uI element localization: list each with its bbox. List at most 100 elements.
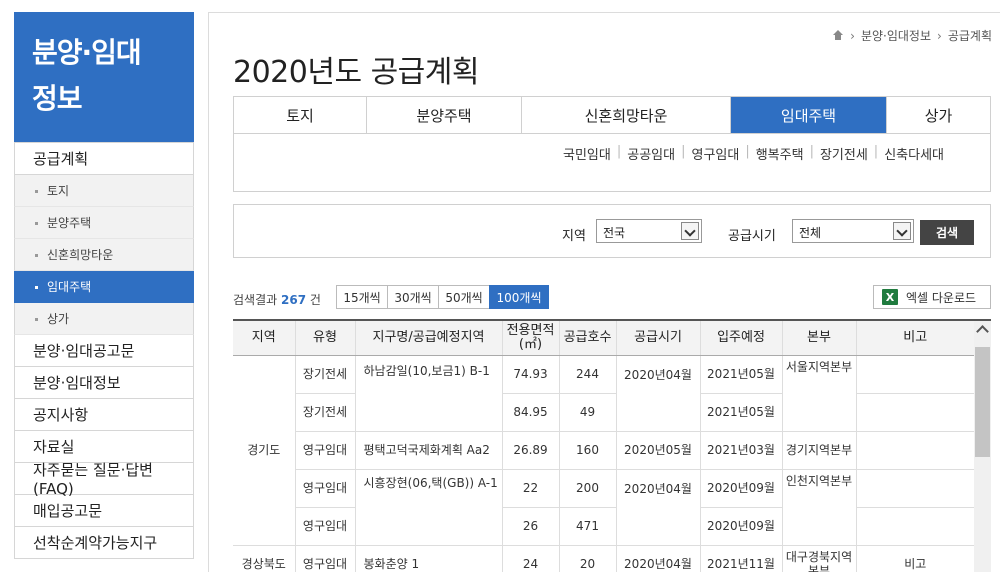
table-row: 경기도 장기전세 하남감일(10,보금1) B-1 74.93 244 2020… — [233, 355, 974, 546]
region-select-value: 전국 — [603, 226, 626, 240]
sidebar-subitem-land[interactable]: 토지 — [14, 175, 194, 207]
table-cell: 2020년04월 — [616, 545, 701, 572]
region-select[interactable]: 전국 — [596, 219, 702, 243]
table-cell: 84.95 — [502, 393, 560, 432]
scroll-thumb[interactable] — [975, 347, 990, 457]
table-cell: 471 — [559, 507, 617, 546]
table-cell: 26.89 — [502, 431, 560, 470]
excel-download-button[interactable]: X 엑셀 다운로드 — [873, 285, 991, 309]
sidebar-subitem-newlywed-town[interactable]: 신혼희망타운 — [14, 239, 194, 271]
tab-sale-housing[interactable]: 분양주택 — [367, 97, 522, 133]
table-cell: 26 — [502, 507, 560, 546]
sidebar-item-faq[interactable]: 자주묻는 질문·답변(FAQ) — [14, 461, 194, 498]
tab-commercial[interactable]: 상가 — [887, 97, 990, 133]
subtab-item[interactable]: 공공임대 — [621, 144, 681, 163]
page-size-15[interactable]: 15개씩 — [336, 285, 388, 309]
table-cell: 영구임대 — [295, 545, 356, 572]
table-row: 영구임대 평택고덕국제화계획 Aa2 26.89 160 2020년05월 20… — [233, 431, 974, 470]
table-cell: 하남감일(10,보금1) B-1 — [355, 355, 503, 432]
page-size-50[interactable]: 50개씩 — [438, 285, 490, 309]
column-header: 지구명/공급예정지역 — [355, 321, 503, 356]
table-cell: 22 — [502, 469, 560, 508]
subtab-list: 국민임대 | 공공임대 | 영구임대 | 행복주택 | 장기전세 | 신축다세대 — [557, 144, 950, 163]
tab-rental-housing[interactable]: 임대주택 — [731, 97, 887, 133]
column-header: 전용면적(㎡) — [502, 321, 560, 356]
result-count: 검색결과 267 건 — [233, 291, 321, 308]
column-header: 입주예정 — [700, 321, 783, 356]
sidebar-item-announcements[interactable]: 분양·임대공고문 — [14, 335, 194, 367]
sidebar-item-supply-plan[interactable]: 공급계획 — [14, 142, 194, 175]
subtab-item[interactable]: 국민임대 — [557, 144, 617, 163]
sidebar-title: 분양·임대 정보 — [14, 12, 194, 142]
table-cell: 2020년09월 — [700, 469, 783, 508]
sidebar-item-notices[interactable]: 공지사항 — [14, 399, 194, 431]
subtab-item[interactable]: 행복주택 — [750, 144, 810, 163]
table-cell — [856, 469, 974, 508]
table-cell: 200 — [559, 469, 617, 508]
table-cell: 봉화춘양 1 — [355, 545, 503, 572]
table-row: 영구임대 시흥장현(06,택(GB)) A-1 22 200 2020년04월 … — [233, 469, 974, 546]
breadcrumb-item[interactable]: 분양·임대정보 — [861, 27, 931, 44]
breadcrumb: › 분양·임대정보 › 공급계획 — [832, 27, 992, 44]
table-cell: 대구경북지역본부 — [782, 545, 857, 572]
table-cell: 영구임대 — [295, 469, 356, 508]
search-button[interactable]: 검색 — [920, 220, 974, 245]
tab-land[interactable]: 토지 — [234, 97, 367, 133]
table-cell: 2021년05월 — [700, 393, 783, 432]
chevron-down-icon — [893, 222, 911, 240]
table-cell: 경기도 — [233, 355, 296, 546]
table-cell: 서울지역본부 — [782, 355, 857, 432]
chevron-right-icon: › — [850, 28, 855, 43]
table-cell — [856, 431, 974, 470]
sidebar-item-info[interactable]: 분양·임대정보 — [14, 367, 194, 399]
tab-newlywed-town[interactable]: 신혼희망타운 — [522, 97, 731, 133]
home-icon[interactable] — [832, 30, 844, 41]
table-cell: 평택고덕국제화계획 Aa2 — [355, 431, 503, 470]
subtab-item[interactable]: 영구임대 — [685, 144, 745, 163]
table-cell: 49 — [559, 393, 617, 432]
page-size-30[interactable]: 30개씩 — [387, 285, 439, 309]
column-header: 유형 — [295, 321, 356, 356]
chevron-up-icon[interactable] — [976, 325, 989, 338]
sidebar-item-first-come-districts[interactable]: 선착순계약가능지구 — [14, 527, 194, 559]
table-cell: 장기전세 — [295, 393, 356, 432]
breadcrumb-item[interactable]: 공급계획 — [948, 27, 992, 44]
page-title: 2020년도 공급계획 — [233, 55, 479, 90]
search-filter: 지역 전국 공급시기 전체 검색 — [233, 204, 991, 258]
sidebar-item-purchase-notices[interactable]: 매입공고문 — [14, 495, 194, 527]
table-cell: 영구임대 — [295, 431, 356, 470]
result-suffix: 건 — [309, 293, 321, 307]
table-cell: 244 — [559, 355, 617, 394]
chevron-down-icon — [681, 222, 699, 240]
table-cell: 2021년05월 — [700, 355, 783, 394]
subtab-item[interactable]: 신축다세대 — [878, 144, 950, 163]
sidebar-subitem-commercial[interactable]: 상가 — [14, 303, 194, 335]
period-label: 공급시기 — [728, 229, 776, 244]
subtab-item[interactable]: 장기전세 — [814, 144, 874, 163]
table-cell: 경기지역본부 — [782, 431, 857, 470]
column-header: 비고 — [856, 321, 974, 356]
table-row: 영구임대 26 471 2020년09월 — [233, 507, 974, 546]
sidebar: 분양·임대 정보 공급계획 토지 분양주택 신혼희망타운 임대주택 상가 분양·… — [14, 12, 194, 572]
excel-download-label: 엑셀 다운로드 — [906, 290, 977, 305]
table-cell: 영구임대 — [295, 507, 356, 546]
result-prefix: 검색결과 — [233, 293, 278, 307]
table-scrollbar[interactable] — [974, 321, 991, 572]
table-cell: 인천지역본부 — [782, 469, 857, 546]
page-size-100[interactable]: 100개씩 — [489, 285, 549, 309]
sidebar-subitem-rental-housing[interactable]: 임대주택 — [14, 271, 194, 303]
category-tabs: 토지 분양주택 신혼희망타운 임대주택 상가 국민임대 | 공공임대 | 영구임대 |… — [233, 96, 991, 192]
table-cell: 비고 — [856, 545, 974, 572]
table-cell: 2020년04월 — [616, 355, 701, 432]
table-header-row: 지역 유형 지구명/공급예정지역 전용면적(㎡) 공급호수 공급시기 입주예정 … — [233, 321, 974, 356]
main-content: › 분양·임대정보 › 공급계획 2020년도 공급계획 토지 분양주택 신혼희… — [208, 12, 1000, 572]
sidebar-title-line1: 분양·임대 — [32, 36, 142, 69]
table-cell — [856, 507, 974, 546]
column-header: 본부 — [782, 321, 857, 356]
page-size-selector: 15개씩 30개씩 50개씩 100개씩 — [336, 285, 549, 309]
period-select-value: 전체 — [799, 226, 822, 240]
sidebar-subitem-sale-housing[interactable]: 분양주택 — [14, 207, 194, 239]
table-row: 장기전세 84.95 49 2021년05월 — [233, 393, 974, 432]
table-cell: 20 — [559, 545, 617, 572]
period-select[interactable]: 전체 — [792, 219, 914, 243]
